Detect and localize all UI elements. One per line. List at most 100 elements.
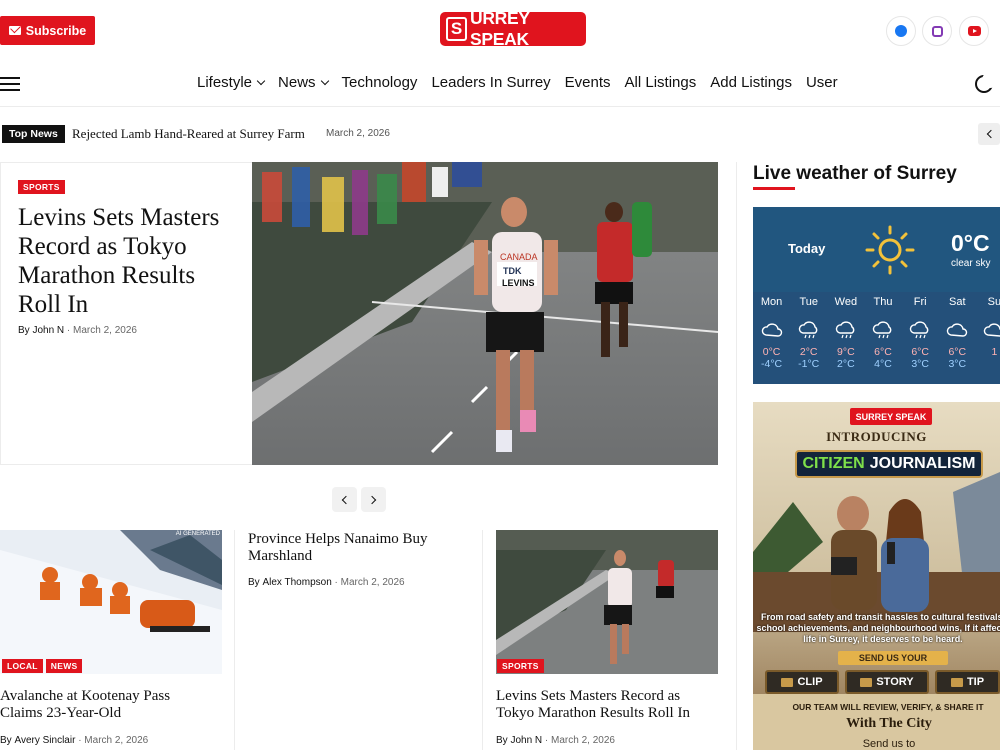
image-icon (860, 677, 873, 687)
forecast-day: Su 1 (976, 292, 1000, 384)
citizen-journalism-ad[interactable]: SURREY SPEAK INTRODUCING CITIZEN JOURNAL… (753, 402, 1000, 750)
logo-mark: S (446, 17, 467, 41)
chevron-down-icon (256, 76, 266, 86)
featured-title[interactable]: Levins Sets Masters Record as Tokyo Mara… (18, 203, 243, 319)
card-title[interactable]: Levins Sets Masters Record as Tokyo Mara… (496, 688, 716, 722)
forecast-day-label: Wed (834, 296, 858, 308)
by-label: By (18, 325, 30, 336)
featured-image[interactable]: CANADA TDK LEVINS (252, 162, 718, 465)
facebook-link[interactable] (886, 16, 916, 46)
pencil-icon (950, 677, 963, 687)
weather-heading: Live weather of Surrey (753, 163, 957, 184)
forecast-high: 6°C (911, 346, 929, 358)
nav-item-user[interactable]: User (806, 74, 838, 91)
forecast-day-label: Mon (760, 296, 783, 308)
promo-title: CITIZEN JOURNALISM (795, 450, 983, 478)
nav-item-leaders[interactable]: Leaders In Surrey (431, 74, 550, 91)
site-logo[interactable]: S URREY SPEAK (440, 8, 586, 49)
card-meta: By Alex Thompson · March 2, 2026 (248, 577, 405, 588)
post-date: March 2, 2026 (551, 735, 615, 746)
slider-prev-button[interactable] (332, 487, 357, 512)
rain-icon (835, 321, 855, 339)
nav-label: User (805, 74, 838, 91)
card-title[interactable]: Avalanche at Kootenay Pass Claims 23-Yea… (0, 688, 215, 722)
story-label: STORY (876, 676, 914, 688)
post-date: March 2, 2026 (73, 325, 137, 336)
ai-generated-tag: AI GENERATED (175, 531, 220, 537)
youtube-icon (967, 26, 981, 36)
forecast-day-label: Fri (913, 296, 927, 308)
heading-underline (753, 187, 795, 190)
forecast-day-label: Tue (799, 296, 818, 308)
column-divider (482, 530, 483, 750)
forecast-low: -4°C (761, 358, 783, 370)
featured-meta: By John N · March 2, 2026 (18, 325, 137, 336)
promo-intro: INTRODUCING (826, 429, 927, 444)
author-link[interactable]: John N (510, 735, 542, 746)
nav-item-all-listings[interactable]: All Listings (625, 74, 697, 91)
card-image-avalanche[interactable]: AI GENERATED (0, 530, 222, 674)
sidebar-divider (736, 162, 737, 750)
promo-logo: SURREY SPEAK (850, 408, 932, 425)
dark-mode-toggle[interactable] (975, 72, 998, 93)
card-meta: By Avery Sinclair · March 2, 2026 (0, 735, 149, 746)
forecast-day-label: Thu (873, 296, 893, 308)
forecast-high: 0°C (762, 346, 781, 358)
card-image-marathon[interactable] (496, 530, 718, 674)
promo-body: From road safety and transit hassles to … (756, 612, 1000, 644)
chevron-down-icon (320, 76, 329, 86)
weather-today-label: Today (788, 241, 826, 256)
forecast-low: 3°C (948, 358, 967, 370)
category-badge[interactable]: SPORTS (18, 180, 65, 194)
weather-desc: clear sky (951, 258, 991, 269)
nav-item-lifestyle[interactable]: Lifestyle (197, 74, 266, 91)
author-link[interactable]: Avery Sinclair (14, 735, 75, 746)
tip-label: TIP (966, 676, 985, 688)
facebook-icon (895, 25, 907, 37)
nav-label: Lifestyle (197, 74, 253, 91)
forecast-low: -1°C (798, 358, 820, 370)
forecast-day-label: Sat (949, 296, 966, 308)
marathon-thumb (496, 530, 718, 674)
nav-item-technology[interactable]: Technology (342, 74, 418, 91)
nav-item-events[interactable]: Events (565, 74, 611, 91)
forecast-day: Wed 9°C 2°C (827, 292, 864, 384)
ticker-headline[interactable]: Rejected Lamb Hand-Reared at Surrey Farm (72, 126, 305, 142)
promo-title-a: CITIZEN (802, 455, 865, 472)
promo-send-to: Send us to (862, 738, 916, 750)
category-badge[interactable]: LOCAL (2, 659, 43, 673)
instagram-link[interactable] (922, 16, 952, 46)
forecast-low: 2°C (837, 358, 855, 370)
author-link[interactable]: Alex Thompson (262, 577, 331, 588)
post-date: March 2, 2026 (84, 735, 149, 746)
card-title[interactable]: Province Helps Nanaimo Buy Marshland (248, 531, 463, 565)
subscribe-button[interactable]: Subscribe (0, 16, 95, 45)
instagram-icon (931, 25, 943, 37)
ticker-prev-button[interactable] (978, 123, 1000, 145)
clip-label: CLIP (797, 676, 823, 688)
youtube-link[interactable] (959, 16, 989, 46)
nav-item-news[interactable]: News (278, 74, 329, 91)
clip-button[interactable]: CLIP (765, 670, 839, 694)
nav-label: News (278, 74, 316, 91)
ticker-date: March 2, 2026 (326, 128, 390, 139)
forecast-low: 4°C (874, 358, 892, 370)
category-badge[interactable]: SPORTS (497, 659, 544, 673)
sun-icon (865, 225, 915, 275)
bib-name: LEVINS (502, 278, 535, 288)
menu-icon[interactable] (0, 76, 20, 92)
slider-next-button[interactable] (361, 487, 386, 512)
tip-button[interactable]: TIP (935, 670, 1000, 694)
story-button[interactable]: STORY (845, 670, 929, 694)
forecast-high: 6°C (948, 346, 967, 358)
forecast-high: 9°C (837, 346, 855, 358)
category-badge[interactable]: NEWS (45, 659, 83, 673)
cloud-icon (984, 323, 1000, 337)
cloud-icon (761, 323, 782, 337)
nav-item-add-listings[interactable]: Add Listings (710, 74, 792, 91)
nav-label: Events (564, 74, 611, 91)
forecast-low: 3°C (911, 358, 929, 370)
nav-label: All Listings (624, 74, 697, 91)
author-link[interactable]: John N (32, 325, 64, 336)
nav-label: Add Listings (710, 74, 792, 91)
